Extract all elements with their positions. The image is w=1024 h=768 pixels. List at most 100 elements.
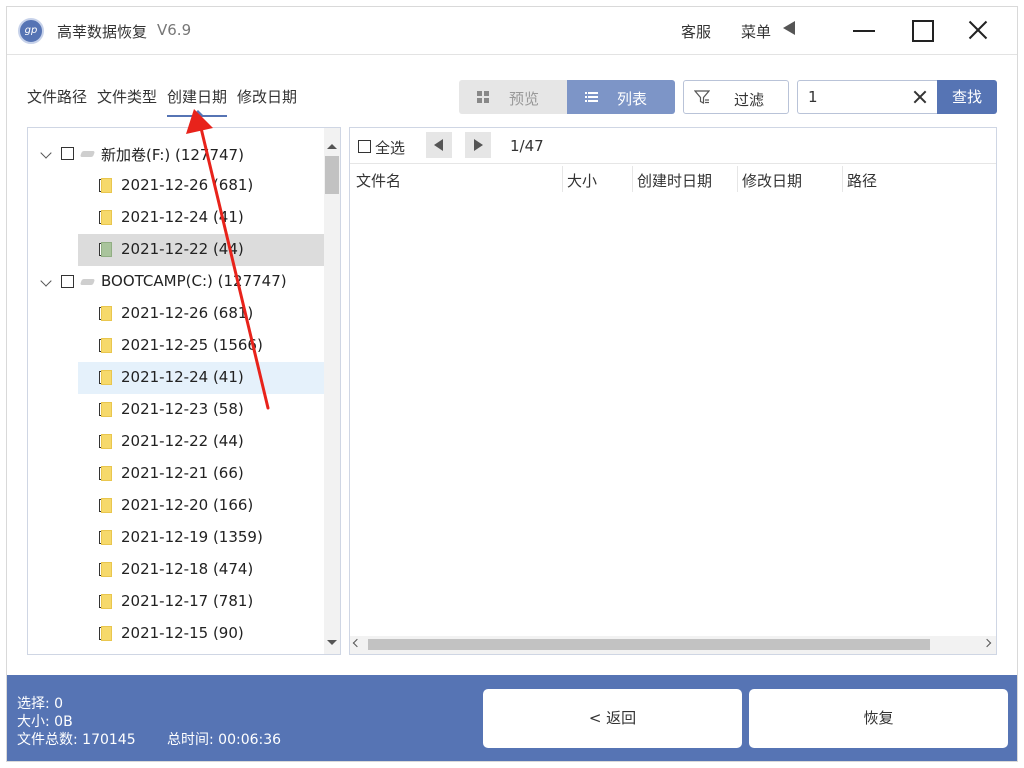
tab-created-date[interactable]: 创建日期 (167, 86, 227, 107)
tree-row-label: 2021-12-22 (44) (121, 432, 244, 450)
tree-row-label: 2021-12-25 (1566) (121, 336, 263, 354)
list-view-button[interactable]: 列表 (567, 80, 675, 114)
tree-date-row[interactable]: 2021-12-21 (66) (28, 458, 324, 490)
back-button[interactable]: < 返回 (483, 689, 742, 748)
preview-label: 预览 (509, 90, 540, 108)
tree-row-label: 2021-12-19 (1359) (121, 528, 263, 546)
app-window: gp 高莘数据恢复 V6.9 客服 菜单 文件路径 文件类型 创建日期 修改日期… (6, 6, 1018, 762)
selected-size: 大小: 0B (17, 714, 73, 730)
column-header-size[interactable]: 大小 (567, 170, 597, 191)
folder-icon (101, 242, 112, 257)
filter-button[interactable]: 过滤 (683, 80, 789, 114)
recover-button[interactable]: 恢复 (749, 689, 1008, 748)
next-page-button[interactable] (465, 132, 491, 158)
tree-date-row[interactable]: 2021-12-22 (44) (28, 234, 324, 266)
active-tab-indicator (167, 115, 227, 117)
tree-row-label: BOOTCAMP(C:) (127747) (101, 272, 287, 290)
folder-icon (101, 178, 112, 193)
tree-checkbox[interactable] (61, 275, 74, 288)
tree-date-row[interactable]: 2021-12-19 (1359) (28, 522, 324, 554)
customer-service-link[interactable]: 客服 (681, 21, 711, 42)
column-divider[interactable] (632, 166, 633, 192)
search-button[interactable]: 查找 (937, 80, 997, 114)
folder-icon (101, 210, 112, 225)
tab-modified-date[interactable]: 修改日期 (237, 86, 297, 107)
column-divider[interactable] (842, 166, 843, 192)
status-bar: 选择: 0 大小: 0B 文件总数: 170145 总时间: 00:06:36 … (7, 675, 1017, 761)
total-time: 总时间: 00:06:36 (167, 732, 282, 748)
folder-icon (101, 402, 112, 417)
tab-file-path[interactable]: 文件路径 (27, 86, 87, 107)
menu-button[interactable]: 菜单 (741, 21, 771, 42)
close-button[interactable] (965, 17, 993, 45)
folder-icon (101, 594, 112, 609)
scroll-up-icon[interactable] (327, 144, 337, 149)
tree-date-row[interactable]: 2021-12-15 (90) (28, 618, 324, 650)
tree-scroll-thumb[interactable] (325, 156, 339, 194)
column-divider[interactable] (737, 166, 738, 192)
select-all-checkbox[interactable] (358, 140, 371, 153)
preview-view-button[interactable]: 预览 (459, 80, 567, 114)
column-header-modified[interactable]: 修改日期 (742, 170, 802, 191)
tree-row-label: 2021-12-18 (474) (121, 560, 254, 578)
folder-icon (101, 306, 112, 321)
column-header-created[interactable]: 创建时日期 (637, 170, 712, 191)
app-title: 高莘数据恢复 (57, 23, 148, 41)
tree-date-row[interactable]: 2021-12-22 (44) (28, 426, 324, 458)
horizontal-scroll-thumb[interactable] (368, 639, 930, 650)
horizontal-scrollbar[interactable] (350, 636, 996, 654)
tree-row-label: 新加卷(F:) (127747) (101, 146, 244, 164)
clear-search-icon[interactable] (911, 88, 929, 106)
folder-icon (101, 466, 112, 481)
minimize-button[interactable] (851, 17, 879, 45)
tree-checkbox[interactable] (61, 147, 74, 160)
tree-date-row[interactable]: 2021-12-26 (681) (28, 298, 324, 330)
folder-icon (101, 498, 112, 513)
tree-date-row[interactable]: 2021-12-23 (58) (28, 394, 324, 426)
title-bar: gp 高莘数据恢复 V6.9 客服 菜单 (7, 7, 1017, 55)
tree-date-row[interactable]: 2021-12-24 (41) (28, 362, 324, 394)
tree-row-label: 2021-12-17 (781) (121, 592, 254, 610)
tree-date-row[interactable]: 2021-12-24 (41) (28, 202, 324, 234)
tree-row-label: 2021-12-22 (44) (121, 240, 244, 258)
tree-row-label: 2021-12-24 (41) (121, 208, 244, 226)
scroll-down-icon[interactable] (327, 640, 337, 645)
tree-row-label: 2021-12-23 (58) (121, 400, 244, 418)
page-indicator: 1/47 (510, 137, 544, 155)
drive-icon (79, 151, 96, 157)
tree-scrollbar[interactable] (324, 128, 340, 654)
tree-date-row[interactable]: 2021-12-26 (681) (28, 170, 324, 202)
scroll-left-icon[interactable] (352, 638, 362, 648)
view-toggle: 预览 列表 (459, 80, 675, 114)
tree-drive-row[interactable]: 新加卷(F:) (127747) (28, 138, 324, 170)
select-all-label[interactable]: 全选 (375, 137, 405, 158)
folder-icon (101, 562, 112, 577)
menu-arrow-icon[interactable] (783, 21, 795, 35)
column-header-filename[interactable]: 文件名 (356, 170, 401, 191)
active-tab-caret-icon (193, 110, 203, 115)
filter-label: 过滤 (734, 91, 765, 109)
tree-row-label: 2021-12-26 (681) (121, 304, 254, 322)
tree-date-row[interactable]: 2021-12-20 (166) (28, 490, 324, 522)
folder-icon (101, 530, 112, 545)
tab-file-type[interactable]: 文件类型 (97, 86, 157, 107)
filter-icon (694, 90, 710, 104)
prev-page-button[interactable] (426, 132, 452, 158)
list-icon (585, 91, 598, 103)
tree-date-row[interactable]: 2021-12-17 (781) (28, 586, 324, 618)
total-files: 文件总数: 170145 (17, 732, 136, 748)
list-label: 列表 (617, 90, 648, 108)
maximize-button[interactable] (909, 17, 937, 45)
scroll-right-icon[interactable] (982, 638, 992, 648)
folder-icon (101, 370, 112, 385)
column-header-row: 文件名 大小 创建时日期 修改日期 路径 (350, 163, 996, 195)
column-header-path[interactable]: 路径 (847, 170, 877, 191)
tree-drive-row[interactable]: BOOTCAMP(C:) (127747) (28, 266, 324, 298)
column-divider[interactable] (562, 166, 563, 192)
folder-icon (101, 338, 112, 353)
app-version: V6.9 (157, 21, 192, 39)
tree-date-row[interactable]: 2021-12-18 (474) (28, 554, 324, 586)
tree-row-label: 2021-12-26 (681) (121, 176, 254, 194)
tree-date-row[interactable]: 2021-12-25 (1566) (28, 330, 324, 362)
folder-icon (101, 626, 112, 641)
